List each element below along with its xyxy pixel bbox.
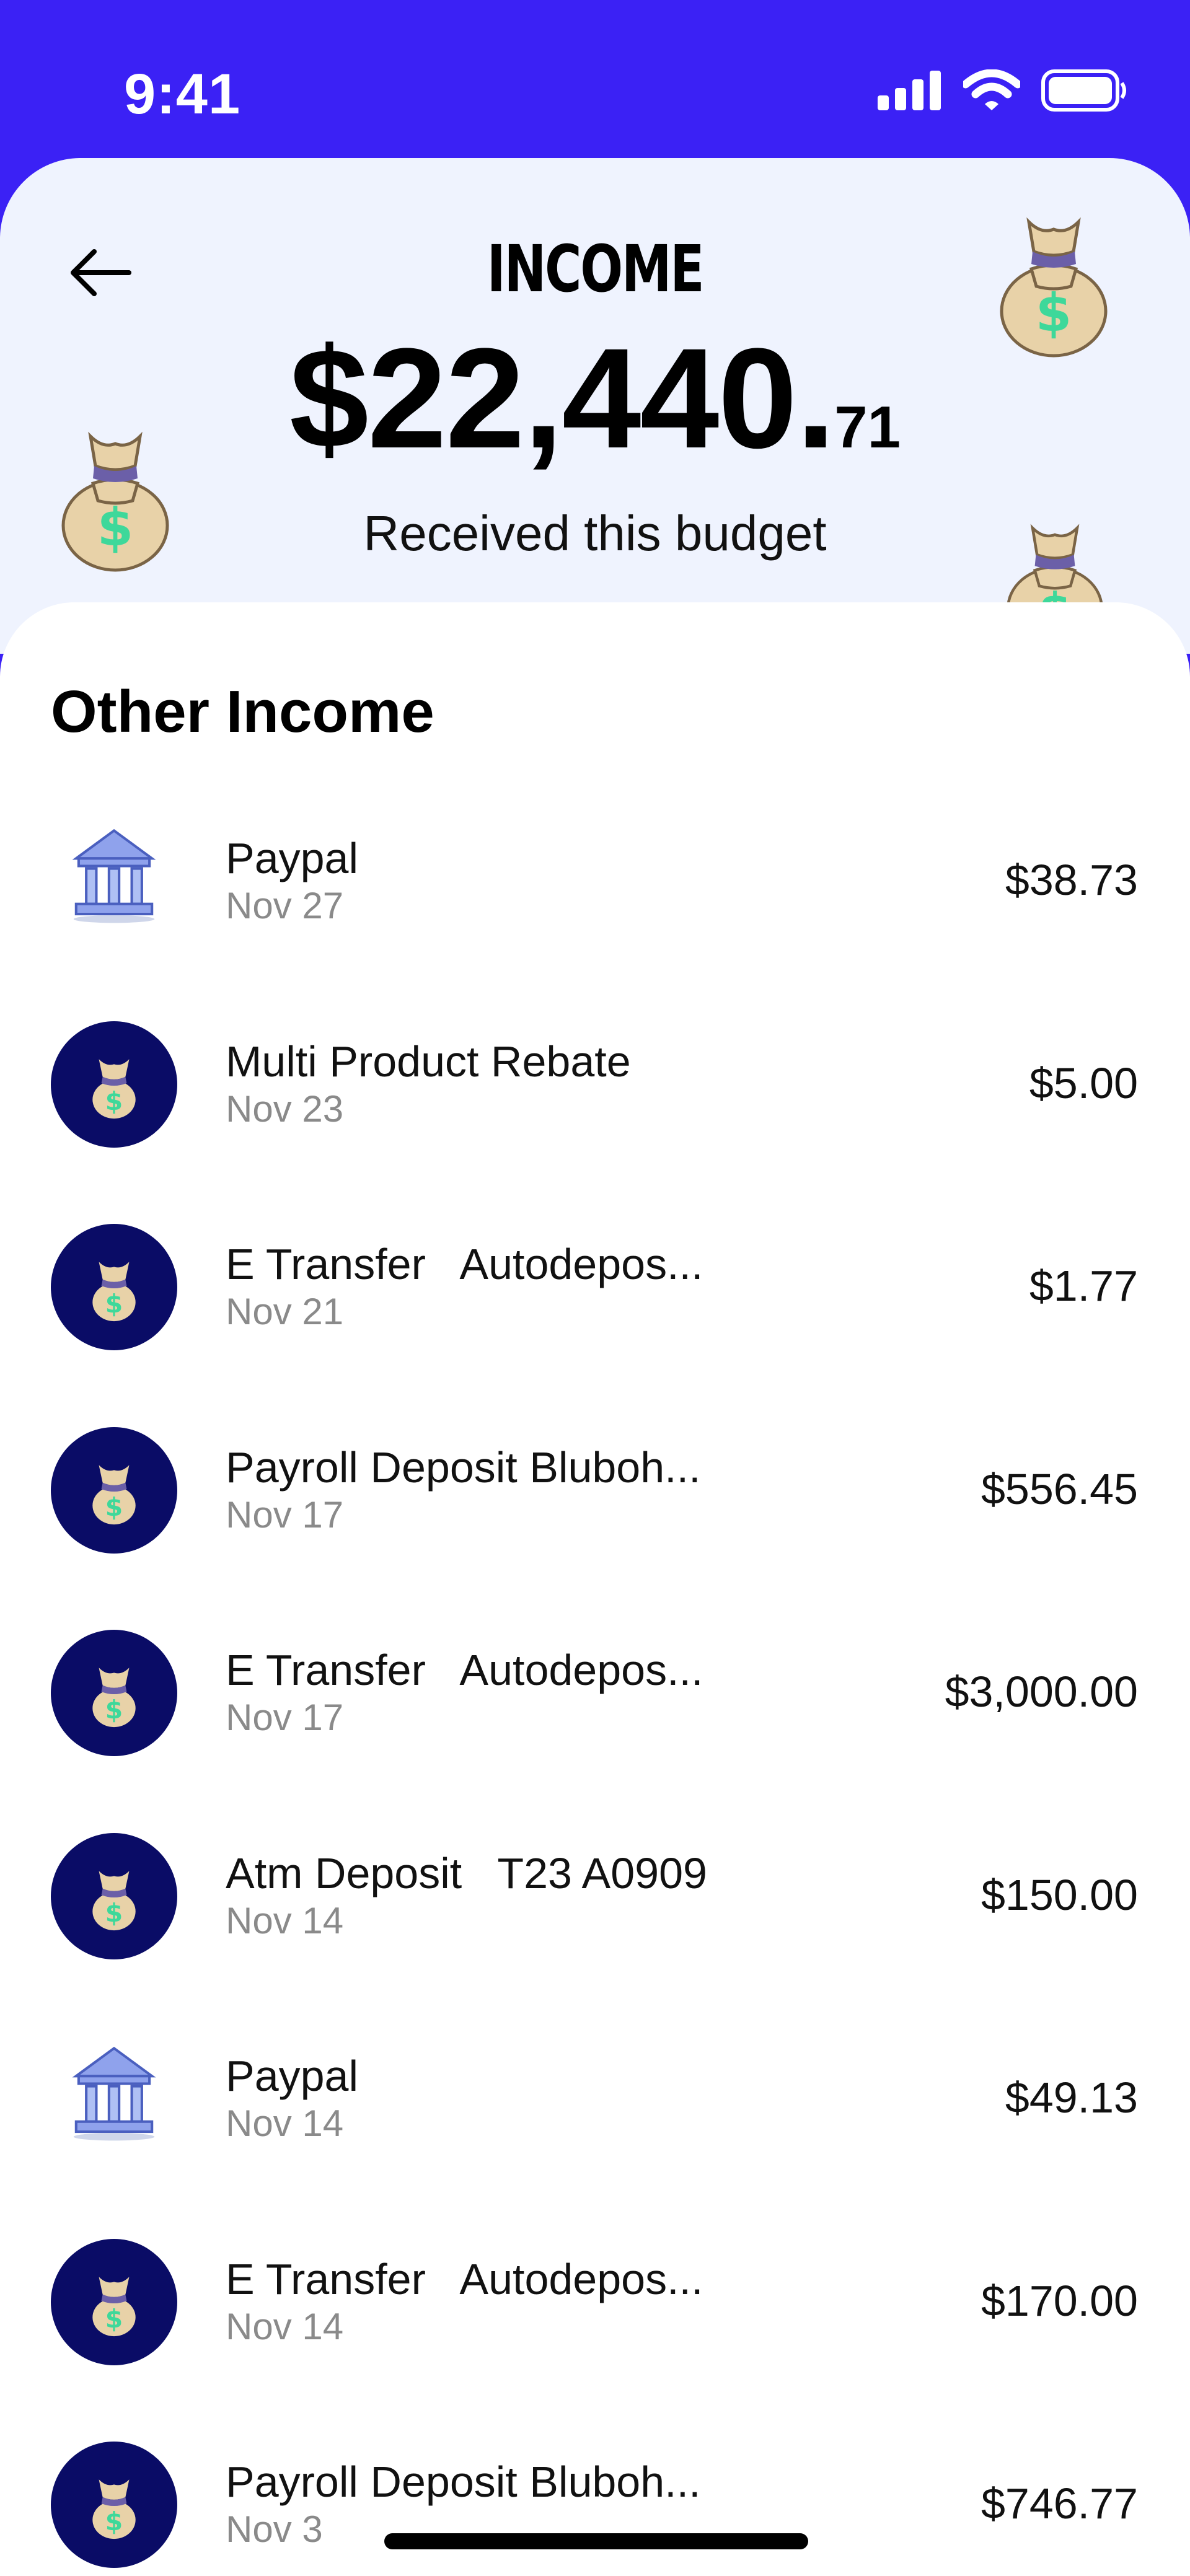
income-row[interactable]: $ E Transfer Autodepos... Nov 21 $1.77	[0, 1224, 1190, 1427]
money-bag-icon: $	[51, 1832, 177, 1959]
income-amount: $3,000.00	[945, 1668, 1138, 1716]
income-amount: $170.00	[981, 2276, 1138, 2325]
income-name: E Transfer Autodepos...	[226, 1240, 703, 1288]
cellular-signal-icon	[878, 71, 941, 110]
money-bag-icon: $	[51, 2442, 177, 2568]
income-row[interactable]: $ Multi Product Rebate Nov 23 $5.00	[0, 1021, 1190, 1224]
total-amount-main: $22,440.	[289, 319, 835, 478]
income-row[interactable]: $ Payroll Deposit Bluboh... Nov 3 $746.7…	[0, 2442, 1190, 2576]
page-title: INCOME	[487, 231, 705, 307]
income-amount: $150.00	[981, 1870, 1138, 1919]
status-bar: 9:41	[0, 0, 1190, 158]
money-bag-icon: $	[61, 431, 169, 572]
total-amount-cents: 71	[834, 394, 901, 460]
income-name: Paypal	[226, 834, 359, 882]
svg-text:$: $	[105, 1897, 123, 1927]
income-name: Payroll Deposit Bluboh...	[226, 1443, 701, 1492]
back-button[interactable]	[67, 245, 135, 301]
money-bag-icon: $	[51, 2238, 177, 2365]
income-name: E Transfer Autodepos...	[226, 1646, 703, 1694]
income-row[interactable]: $ Payroll Deposit Bluboh... Nov 17 $556.…	[0, 1426, 1190, 1630]
income-date: Nov 3	[226, 2508, 323, 2550]
income-sheet: Other Income Paypal Nov 27 $38.73 $ Mult…	[0, 602, 1190, 2576]
income-name: Payroll Deposit Bluboh...	[226, 2458, 701, 2506]
income-amount: $556.45	[981, 1464, 1138, 1513]
income-row[interactable]: $ Atm Deposit T23 A0909 Nov 14 $150.00	[0, 1832, 1190, 2036]
income-row[interactable]: $ E Transfer Autodepos... Nov 17 $3,000.…	[0, 1630, 1190, 1833]
svg-text:$: $	[105, 1289, 123, 1319]
money-bag-icon: $	[51, 1021, 177, 1148]
income-date: Nov 14	[226, 1899, 344, 1941]
status-time: 9:41	[124, 63, 241, 126]
svg-text:$: $	[105, 2507, 123, 2536]
bank-icon	[51, 2036, 177, 2162]
money-bag-icon: $	[51, 1426, 177, 1554]
section-title: Other Income	[51, 679, 434, 745]
money-bag-icon: $	[51, 1630, 177, 1756]
income-row[interactable]: Paypal Nov 27 $38.73	[0, 818, 1190, 1021]
header-card: INCOME $22,440.71 Received this budget $…	[0, 158, 1190, 654]
status-icons	[878, 69, 1128, 112]
income-date: Nov 14	[226, 2103, 344, 2144]
money-bag-icon: $	[51, 1224, 177, 1350]
income-date: Nov 21	[226, 1291, 344, 1332]
income-name: E Transfer Autodepos...	[226, 2254, 703, 2303]
income-amount: $5.00	[1029, 1058, 1138, 1107]
income-date: Nov 27	[226, 885, 344, 926]
income-date: Nov 23	[226, 1088, 344, 1130]
svg-text:$: $	[97, 497, 133, 558]
income-name: Multi Product Rebate	[226, 1037, 631, 1086]
battery-icon	[1041, 69, 1126, 112]
income-amount: $746.77	[981, 2479, 1138, 2528]
bank-icon	[51, 818, 177, 944]
income-name: Paypal	[226, 2052, 359, 2100]
svg-text:$: $	[105, 1086, 123, 1115]
income-date: Nov 14	[226, 2305, 344, 2347]
income-date: Nov 17	[226, 1697, 344, 1738]
home-indicator[interactable]	[384, 2533, 808, 2549]
svg-text:$: $	[1036, 283, 1072, 343]
income-list: Paypal Nov 27 $38.73 $ Multi Product Reb…	[0, 818, 1190, 2576]
svg-text:$: $	[105, 1492, 123, 1521]
income-date: Nov 17	[226, 1493, 344, 1536]
wifi-icon	[963, 69, 1020, 110]
svg-text:$: $	[105, 2303, 123, 2333]
income-amount: $38.73	[1005, 856, 1138, 904]
svg-text:$: $	[105, 1695, 123, 1725]
income-name: Atm Deposit T23 A0909	[226, 1848, 707, 1897]
money-bag-icon: $	[1000, 217, 1108, 358]
income-amount: $1.77	[1029, 1262, 1138, 1310]
income-row[interactable]: $ E Transfer Autodepos... Nov 14 $170.00	[0, 2238, 1190, 2442]
income-row[interactable]: Paypal Nov 14 $49.13	[0, 2036, 1190, 2239]
income-amount: $49.13	[1005, 2073, 1138, 2122]
